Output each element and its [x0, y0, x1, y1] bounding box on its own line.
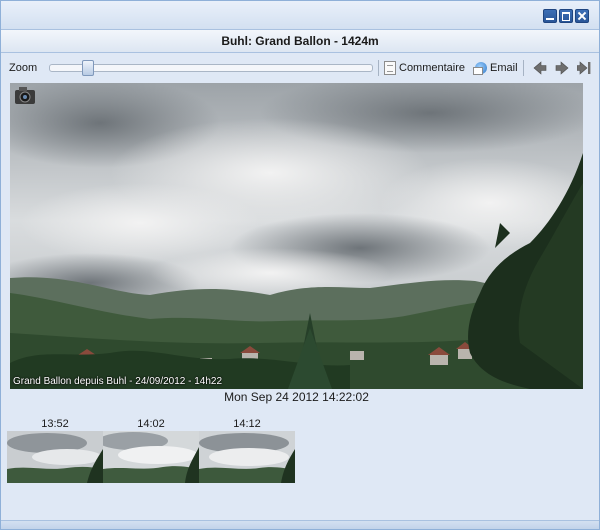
- document-icon: [384, 61, 396, 75]
- maximize-icon[interactable]: [559, 9, 573, 23]
- close-icon[interactable]: [575, 9, 589, 23]
- webcam-window: Buhl: Grand Ballon - 1424m Zoom Commenta…: [0, 0, 600, 530]
- email-button[interactable]: Email: [473, 62, 518, 75]
- arrow-left-icon[interactable]: [533, 61, 547, 75]
- thumbnail-time: 14:12: [233, 418, 261, 430]
- comment-button-label: Commentaire: [399, 62, 466, 74]
- thumbnail-image[interactable]: [103, 431, 199, 483]
- toolbar-divider: [522, 60, 524, 76]
- toolbar: Zoom Commentaire Email: [5, 56, 593, 80]
- thumbnail-time: 14:02: [137, 418, 165, 430]
- toolbar-divider: [378, 60, 379, 76]
- minimize-icon[interactable]: [543, 9, 557, 23]
- photo-caption: Grand Ballon depuis Buhl - 24/09/2012 - …: [13, 376, 223, 387]
- arrow-right-icon[interactable]: [555, 61, 569, 75]
- image-navigation: [533, 61, 591, 75]
- camera-icon: [15, 87, 35, 104]
- photo-timestamp: Mon Sep 24 2012 14:22:02: [224, 390, 369, 404]
- thumbnail-image[interactable]: [199, 431, 295, 483]
- panel-title: Buhl: Grand Ballon - 1424m: [1, 29, 599, 53]
- landscape-photo: [10, 83, 583, 389]
- thumbnail-item[interactable]: 13:52: [7, 418, 103, 483]
- arrow-last-icon[interactable]: [576, 61, 591, 75]
- window-controls: [543, 9, 589, 23]
- email-button-label: Email: [490, 62, 518, 74]
- thumbnail-image[interactable]: [7, 431, 103, 483]
- thumbnail-time: 13:52: [41, 418, 69, 430]
- comment-button[interactable]: Commentaire: [384, 61, 465, 75]
- zoom-slider[interactable]: [49, 60, 373, 76]
- zoom-label: Zoom: [9, 62, 38, 74]
- thumbnail-item[interactable]: 14:02: [103, 418, 199, 483]
- webcam-image[interactable]: Grand Ballon depuis Buhl - 24/09/2012 - …: [10, 83, 583, 389]
- window-titlebar[interactable]: [1, 1, 599, 29]
- window-statusbar: [1, 520, 599, 529]
- thumbnail-strip: 13:52 14:02 14:12: [7, 418, 295, 483]
- zoom-slider-thumb[interactable]: [82, 60, 94, 76]
- thumbnail-item[interactable]: 14:12: [199, 418, 295, 483]
- email-globe-icon: [473, 62, 488, 75]
